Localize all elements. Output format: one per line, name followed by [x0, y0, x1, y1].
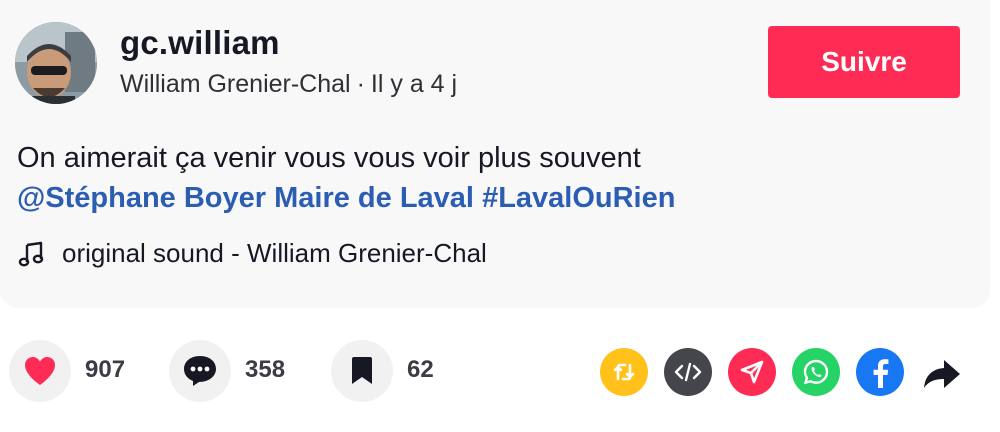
repost-icon: [613, 363, 635, 381]
whatsapp-button[interactable]: [792, 348, 840, 396]
author-display-name[interactable]: William Grenier-Chal: [120, 70, 351, 98]
sound-link[interactable]: original sound - William Grenier-Chal: [18, 238, 487, 269]
comment-count: 358: [245, 356, 286, 383]
save-button[interactable]: [331, 340, 393, 402]
comment-button[interactable]: [169, 340, 231, 402]
post-time: Il y a 4 j: [370, 70, 458, 98]
separator: ·: [356, 70, 365, 98]
video-info-card: gc.william William Grenier-Chal · Il y a 4…: [0, 0, 990, 308]
facebook-button[interactable]: [856, 348, 904, 396]
author-subline: William Grenier-Chal · Il y a 4 j: [120, 70, 457, 99]
heart-icon: [25, 357, 55, 385]
like-button[interactable]: [9, 340, 71, 402]
comment-icon: [184, 356, 216, 386]
follow-button[interactable]: Suivre: [768, 26, 960, 98]
music-note-icon: [18, 241, 44, 266]
author-username[interactable]: gc.william: [120, 24, 280, 62]
bookmark-icon: [352, 357, 372, 384]
send-icon: [740, 360, 764, 384]
avatar[interactable]: [15, 22, 97, 104]
embed-button[interactable]: [664, 348, 712, 396]
facebook-icon: [873, 359, 889, 388]
video-description: On aimerait ça venir vous vous voir plus…: [17, 138, 957, 218]
whatsapp-icon: [803, 359, 829, 385]
share-arrow-icon[interactable]: [922, 356, 962, 392]
save-count: 62: [407, 356, 434, 383]
description-text: On aimerait ça venir vous vous voir plus…: [17, 142, 641, 174]
mention-link[interactable]: @Stéphane Boyer Maire de Laval: [17, 182, 474, 214]
like-count: 907: [85, 356, 126, 383]
embed-icon: [674, 362, 702, 382]
sound-label: original sound - William Grenier-Chal: [62, 238, 487, 268]
repost-button[interactable]: [600, 348, 648, 396]
send-button[interactable]: [728, 348, 776, 396]
hashtag-link[interactable]: #LavalOuRien: [482, 182, 675, 214]
